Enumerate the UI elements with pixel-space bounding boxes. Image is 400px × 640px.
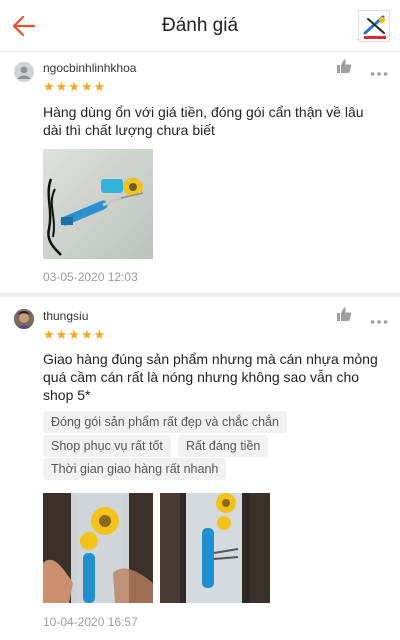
review-photo[interactable] xyxy=(43,493,153,603)
review-tag: Rất đáng tiền xyxy=(178,435,269,457)
review-photo[interactable] xyxy=(43,149,153,259)
more-options-button[interactable] xyxy=(370,64,388,76)
review-item: ngocbinhlinhkhoa ★★★★★ Hàng dùng ổn với … xyxy=(0,53,400,293)
avatar[interactable] xyxy=(14,309,34,329)
reviewer-name[interactable]: ngocbinhlinhkhoa xyxy=(43,61,136,75)
shop-logo-button[interactable] xyxy=(358,10,390,42)
product-package-photo xyxy=(160,493,270,603)
review-item: thungsiu ★★★★★ Giao hàng đúng sản phẩm n… xyxy=(0,297,400,640)
top-bar: Đánh giá xyxy=(0,0,400,52)
review-tag: Đóng gói sản phẩm rất đẹp và chắc chắn xyxy=(43,411,287,433)
page-title: Đánh giá xyxy=(161,15,239,36)
like-button[interactable] xyxy=(336,306,352,322)
shop-logo-icon xyxy=(359,11,389,41)
review-tag: Thời gian giao hàng rất nhanh xyxy=(43,458,227,480)
user-photo-icon xyxy=(14,309,34,329)
thumbs-up-icon xyxy=(337,59,352,73)
review-timestamp: 10-04-2020 16:57 xyxy=(43,615,138,629)
review-tag: Shop phục vụ rất tốt xyxy=(43,435,171,457)
review-comment: Hàng dùng ổn với giá tiền, đóng gói cẩn … xyxy=(43,104,364,138)
soldering-iron-photo xyxy=(43,149,153,259)
review-photo[interactable] xyxy=(160,493,270,603)
more-dots-icon xyxy=(370,72,388,76)
review-comment: Giao hàng đúng sản phẩm nhưng mà cán nhự… xyxy=(43,351,378,403)
thumbs-up-icon xyxy=(337,307,352,321)
like-button[interactable] xyxy=(336,58,352,74)
star-rating: ★★★★★ xyxy=(43,327,107,342)
more-dots-icon xyxy=(370,320,388,324)
product-in-hand-photo xyxy=(43,493,153,603)
star-rating: ★★★★★ xyxy=(43,79,107,94)
default-user-icon xyxy=(14,62,34,82)
reviewer-name[interactable]: thungsiu xyxy=(43,309,88,323)
more-options-button[interactable] xyxy=(370,312,388,324)
avatar[interactable] xyxy=(14,62,34,82)
review-timestamp: 03-05-2020 12:03 xyxy=(43,270,138,284)
